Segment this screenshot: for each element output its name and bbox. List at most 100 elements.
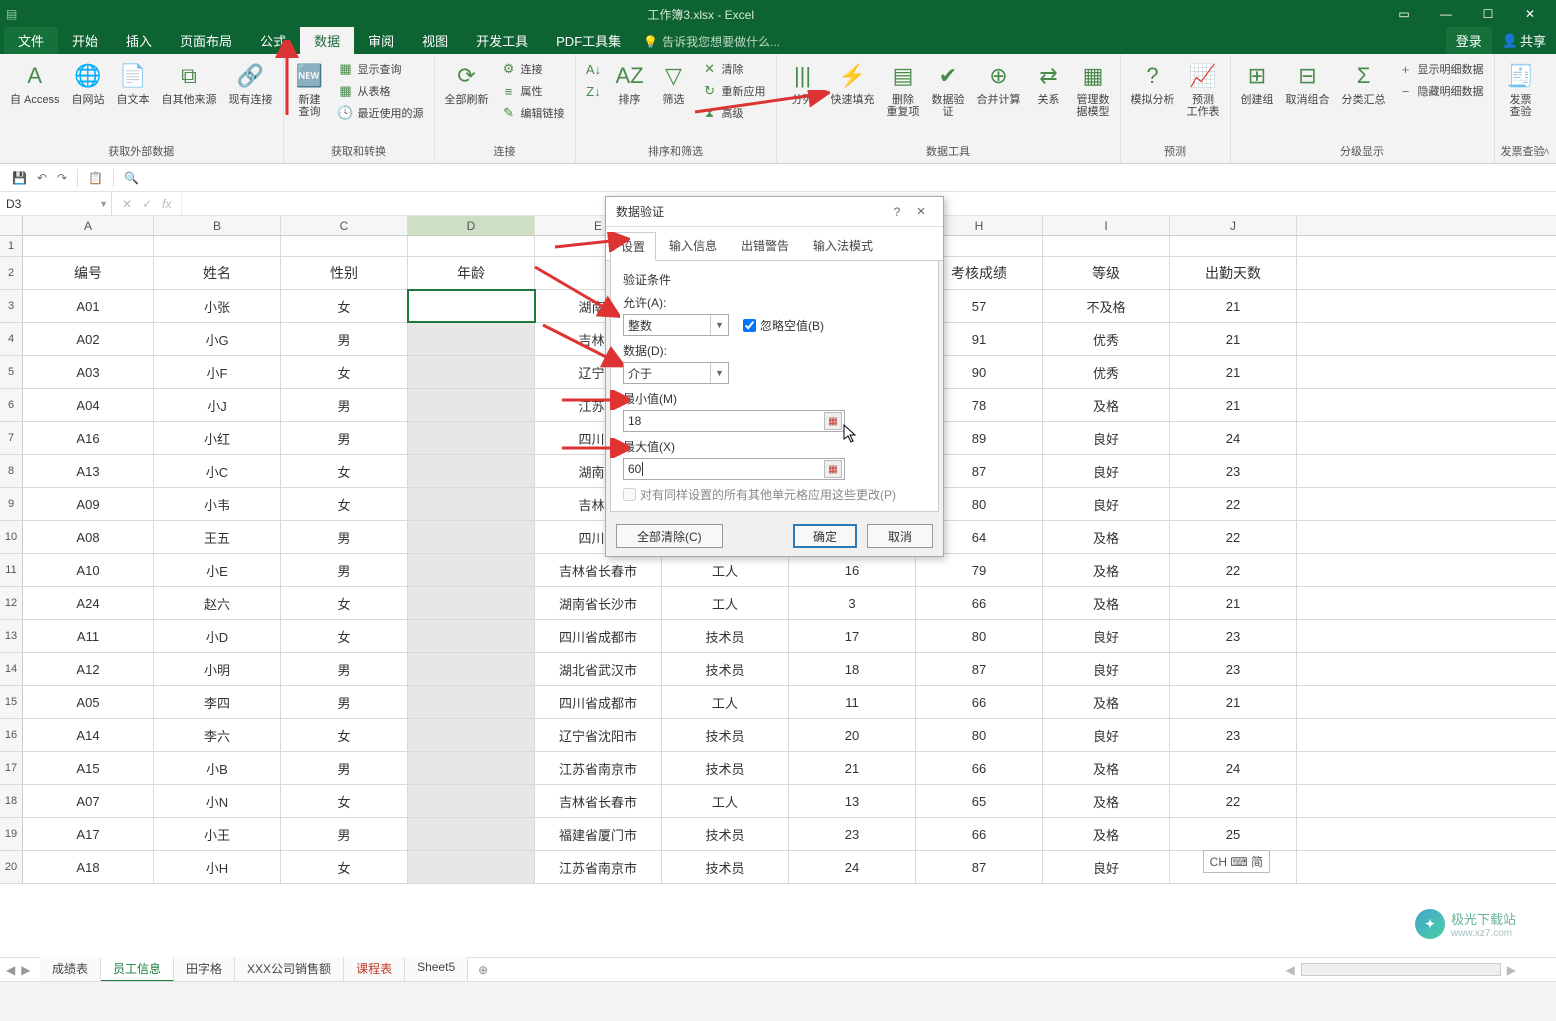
cell[interactable]: 女 (281, 620, 408, 652)
cell[interactable]: 男 (281, 653, 408, 685)
dialog-tab-settings[interactable]: 设置 (610, 232, 656, 261)
cell[interactable] (154, 236, 281, 256)
dialog-tab-input-msg[interactable]: 输入信息 (658, 231, 728, 260)
qat-save-icon[interactable]: 💾 (12, 171, 27, 185)
cell[interactable] (1043, 236, 1170, 256)
cell[interactable]: 男 (281, 521, 408, 553)
new-query-button[interactable]: 🆕新建 查询 (290, 58, 330, 120)
cell[interactable]: 姓名 (154, 257, 281, 289)
cell[interactable] (408, 236, 535, 256)
cell[interactable]: 小H (154, 851, 281, 883)
cell[interactable]: 优秀 (1043, 323, 1170, 355)
cell[interactable]: 女 (281, 488, 408, 520)
cell[interactable] (408, 422, 535, 454)
cell[interactable]: 四川省成都市 (535, 620, 662, 652)
col-header-J[interactable]: J (1170, 216, 1297, 235)
cell[interactable]: 技术员 (662, 719, 789, 751)
cell[interactable]: 23 (1170, 719, 1297, 751)
tab-view[interactable]: 视图 (408, 27, 462, 54)
cell[interactable]: 66 (916, 818, 1043, 850)
cell[interactable] (408, 719, 535, 751)
cell[interactable]: 及格 (1043, 785, 1170, 817)
cell[interactable]: 小G (154, 323, 281, 355)
sheet-tab[interactable]: 成绩表 (40, 957, 101, 982)
tab-review[interactable]: 审阅 (354, 27, 408, 54)
cell[interactable]: 江苏省南京市 (535, 752, 662, 784)
min-value-input[interactable]: 18 ▦ (623, 410, 845, 432)
sort-asc-button[interactable]: A↓ (582, 58, 606, 80)
hscroll-track[interactable] (1301, 963, 1501, 976)
cell[interactable]: 吉林省长春市 (535, 554, 662, 586)
existing-conn-button[interactable]: 🔗现有连接 (225, 58, 277, 108)
cell[interactable]: 小N (154, 785, 281, 817)
qat-redo-icon[interactable]: ↷ (57, 171, 67, 185)
row-header[interactable]: 13 (0, 620, 23, 652)
row-header[interactable]: 2 (0, 257, 23, 289)
cell[interactable]: 男 (281, 818, 408, 850)
cell[interactable]: 66 (916, 752, 1043, 784)
cell[interactable]: 良好 (1043, 851, 1170, 883)
cell[interactable]: 编号 (23, 257, 154, 289)
cell[interactable] (408, 785, 535, 817)
cell[interactable]: 李四 (154, 686, 281, 718)
subtotal-button[interactable]: Σ分类汇总 (1338, 58, 1390, 108)
cell[interactable] (408, 653, 535, 685)
data-combo[interactable]: 介于 ▼ (623, 362, 729, 384)
row-header[interactable]: 19 (0, 818, 23, 850)
cell[interactable]: A07 (23, 785, 154, 817)
cell[interactable] (408, 488, 535, 520)
cell[interactable]: 良好 (1043, 488, 1170, 520)
cell[interactable]: 22 (1170, 521, 1297, 553)
consolidate-button[interactable]: ⊕合并计算 (973, 58, 1025, 108)
cell[interactable]: 16 (789, 554, 916, 586)
properties-button[interactable]: ≡属性 (497, 80, 569, 102)
cell[interactable]: 小C (154, 455, 281, 487)
cell[interactable]: 65 (916, 785, 1043, 817)
cell[interactable]: 小王 (154, 818, 281, 850)
cell[interactable]: 王五 (154, 521, 281, 553)
cell[interactable] (408, 587, 535, 619)
cell[interactable]: 出勤天数 (1170, 257, 1297, 289)
cell[interactable]: 小J (154, 389, 281, 421)
cell[interactable]: 良好 (1043, 719, 1170, 751)
tab-insert[interactable]: 插入 (112, 27, 166, 54)
cell[interactable]: 小明 (154, 653, 281, 685)
dialog-tab-error-alert[interactable]: 出错警告 (730, 231, 800, 260)
row-header[interactable]: 12 (0, 587, 23, 619)
cell[interactable]: 工人 (662, 785, 789, 817)
enter-formula-icon[interactable]: ✓ (142, 197, 152, 211)
cell[interactable]: 小红 (154, 422, 281, 454)
cell[interactable]: 24 (1170, 422, 1297, 454)
cell[interactable] (408, 323, 535, 355)
hide-detail-button[interactable]: −隐藏明细数据 (1394, 80, 1488, 102)
row-header[interactable]: 1 (0, 236, 23, 256)
remove-duplicates-button[interactable]: ▤删除 重复项 (883, 58, 924, 120)
qat-undo-icon[interactable]: ↶ (37, 171, 47, 185)
cell[interactable]: 3 (789, 587, 916, 619)
cell[interactable]: 及格 (1043, 752, 1170, 784)
what-if-button[interactable]: ?模拟分析 (1127, 58, 1179, 108)
cell[interactable]: 良好 (1043, 422, 1170, 454)
cell[interactable]: 21 (1170, 686, 1297, 718)
cell[interactable]: 良好 (1043, 653, 1170, 685)
show-queries-button[interactable]: ▦显示查询 (334, 58, 428, 80)
row-header[interactable]: 11 (0, 554, 23, 586)
row-header[interactable]: 4 (0, 323, 23, 355)
cell[interactable]: A09 (23, 488, 154, 520)
cell[interactable]: 22 (1170, 554, 1297, 586)
cell[interactable]: 21 (1170, 356, 1297, 388)
invoice-check-button[interactable]: 🧾发票 查验 (1501, 58, 1541, 120)
close-button[interactable]: ✕ (1510, 3, 1550, 25)
cell[interactable] (408, 686, 535, 718)
cell[interactable]: 25 (1170, 818, 1297, 850)
cell[interactable] (408, 356, 535, 388)
cell[interactable]: A14 (23, 719, 154, 751)
cell[interactable] (408, 818, 535, 850)
hscroll-left-icon[interactable]: ◀ (1286, 963, 1295, 977)
tab-pagelayout[interactable]: 页面布局 (166, 27, 246, 54)
dialog-help-button[interactable]: ? (885, 205, 909, 219)
connections-button[interactable]: ⚙连接 (497, 58, 569, 80)
cell[interactable]: 吉林省长春市 (535, 785, 662, 817)
cell[interactable] (1170, 236, 1297, 256)
row-header[interactable]: 6 (0, 389, 23, 421)
